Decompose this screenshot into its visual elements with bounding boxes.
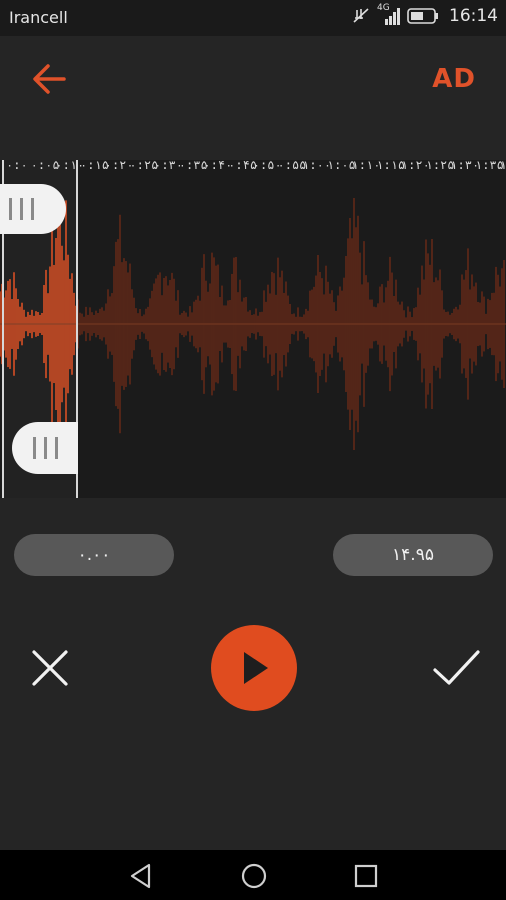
grip-line bbox=[32, 437, 36, 459]
navigation-bar bbox=[0, 850, 506, 900]
play-button[interactable] bbox=[211, 625, 297, 711]
start-handle[interactable] bbox=[0, 184, 66, 234]
home-circle-icon[interactable] bbox=[240, 862, 268, 890]
timeline-ruler: ۰:۰ ۰:۰۵ ۰:۱۰ ۰:۱۵ ۰:۲۰ ۰:۲۵ ۰:۳۰ ۰:۳۵ ۰:۴۰ ۰:۴۵ ۰… bbox=[0, 156, 506, 178]
back-triangle-icon[interactable] bbox=[127, 862, 155, 890]
grip-line bbox=[19, 198, 23, 220]
arrow-left-icon[interactable] bbox=[30, 62, 70, 96]
grip-line bbox=[43, 437, 47, 459]
grip-line bbox=[54, 437, 58, 459]
start-time-field[interactable]: ۰.۰۰ bbox=[14, 534, 174, 576]
battery-icon bbox=[407, 8, 438, 24]
ad-button[interactable]: AD bbox=[432, 64, 476, 94]
end-handle[interactable] bbox=[12, 422, 78, 474]
status-bar: Irancell 4G 16:14 bbox=[0, 0, 506, 36]
recents-square-icon[interactable] bbox=[352, 862, 380, 890]
grip-line bbox=[8, 198, 12, 220]
clock: 16:14 bbox=[449, 6, 498, 26]
play-icon bbox=[244, 652, 268, 684]
grip-line bbox=[30, 198, 34, 220]
status-icons: 4G 16:14 bbox=[351, 3, 498, 26]
waveform-editor[interactable] bbox=[0, 160, 506, 498]
close-icon[interactable] bbox=[30, 648, 70, 688]
carrier-name: Irancell bbox=[9, 8, 68, 27]
signal-icon: 4G bbox=[377, 3, 401, 26]
check-icon[interactable] bbox=[432, 648, 482, 688]
timeline-tick: ۱:۴ bbox=[499, 158, 506, 172]
mute-icon bbox=[353, 8, 369, 23]
end-time-field[interactable]: ۱۴.۹۵ bbox=[333, 534, 493, 576]
timeline-tick: ۰:۰ bbox=[6, 158, 28, 172]
app-bar: AD bbox=[0, 36, 506, 126]
